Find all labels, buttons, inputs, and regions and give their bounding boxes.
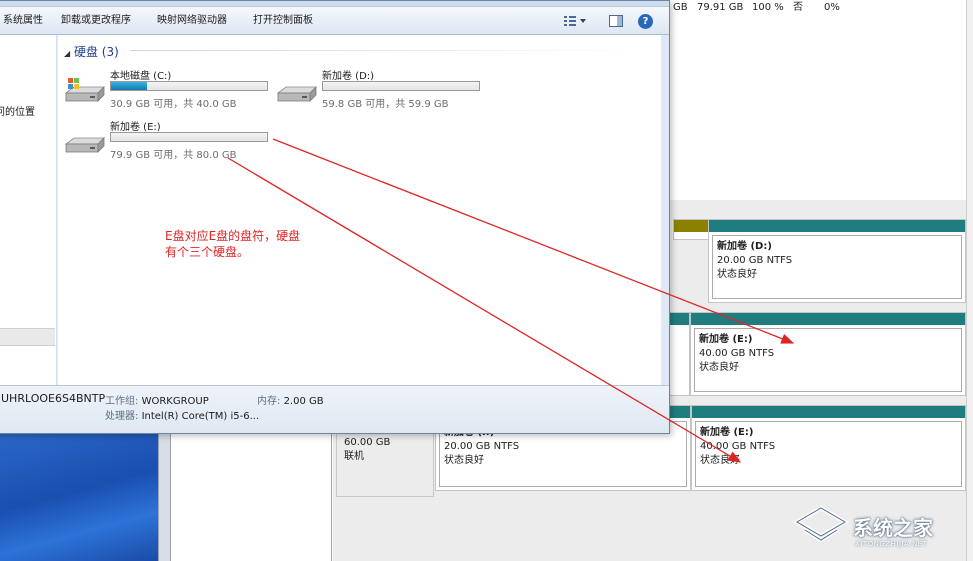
explorer-window: 系统属性 卸载或更改程序 映射网络驱动器 打开控制面板 ? 的位置 ◢ 硬盘 (… bbox=[0, 0, 670, 434]
watermark: 系统之家 XITONGZHIJIA.NET bbox=[793, 500, 969, 556]
memory-info: 内存: 2.00 GB bbox=[257, 392, 324, 407]
group-title: 硬盘 (3) bbox=[73, 45, 119, 59]
dm-volume-e-disk3[interactable]: 新加卷 (E:) 40.00 GB NTFS 状态良好 bbox=[691, 405, 966, 491]
dm-volume-status: 状态良好 bbox=[444, 455, 484, 466]
open-control-panel-button[interactable]: 打开控制面板 bbox=[253, 14, 313, 28]
screenshot-stage: GB 79.91 GB 100 % 否 0% 新加卷 (D:) 20.00 GB… bbox=[0, 0, 973, 561]
preview-pane-icon-svg bbox=[609, 15, 623, 27]
drive-usage-bar bbox=[322, 81, 480, 91]
dm-volume-size: 40.00 GB NTFS bbox=[699, 348, 775, 359]
workgroup-info: 工作组: WORKGROUP bbox=[105, 392, 209, 407]
collapse-arrow-icon[interactable]: ◢ bbox=[64, 49, 70, 58]
dm-cell-percent: 100 % bbox=[752, 2, 784, 13]
dm-volume-body: 新加卷 (E:) 40.00 GB NTFS 状态良好 bbox=[695, 421, 962, 487]
dm-cell-unit: GB bbox=[673, 2, 688, 13]
dm-volume-status: 状态良好 bbox=[700, 455, 740, 466]
dm-cell-free: 79.91 GB bbox=[697, 2, 744, 13]
view-list-icon-svg bbox=[564, 16, 586, 26]
drive-e[interactable]: 新加卷 (E:) 79.9 GB 可用，共 80.0 GB bbox=[64, 118, 268, 164]
hard-drive-icon bbox=[64, 137, 105, 153]
help-button[interactable]: ? bbox=[638, 14, 653, 29]
dm-scrollbar[interactable] bbox=[966, 0, 973, 561]
drive-space-info: 59.8 GB 可用，共 59.9 GB bbox=[322, 99, 449, 110]
dm-volume-bar bbox=[692, 406, 965, 418]
dm-disk3-size: 60.00 GB bbox=[344, 437, 391, 448]
memory-label: 内存: bbox=[257, 396, 281, 407]
navigation-pane: 问的位置 bbox=[0, 35, 57, 385]
dm-volume-body: 新加卷 (E:) 40.00 GB NTFS 状态良好 bbox=[694, 328, 962, 392]
drive-name: 本地磁盘 (C:) bbox=[110, 71, 172, 82]
drive-usage-fill bbox=[111, 82, 147, 90]
drive-c[interactable]: 本地磁盘 (C:) 30.9 GB 可用，共 40.0 GB bbox=[64, 67, 268, 113]
dm-volume-size: 40.00 GB NTFS bbox=[700, 441, 776, 452]
annotation-line-2: 有个三个硬盘。 bbox=[165, 245, 250, 259]
watermark-logo-icon bbox=[793, 505, 849, 543]
dm-cell-fault: 否 bbox=[793, 2, 803, 13]
drive-usage-bar bbox=[110, 81, 268, 91]
drive-usage-bar bbox=[110, 132, 268, 142]
os-drive-icon bbox=[64, 78, 105, 102]
memory-value: 2.00 GB bbox=[283, 396, 324, 407]
drive-space-info: 79.9 GB 可用，共 80.0 GB bbox=[110, 150, 237, 161]
annotation-line-1: E盘对应E盘的盘符，硬盘 bbox=[165, 229, 301, 243]
dm-volume-bar bbox=[691, 313, 965, 325]
preview-pane-icon[interactable] bbox=[607, 12, 625, 30]
dm-cell-overhead: 0% bbox=[824, 2, 840, 13]
explorer-command-bar: 系统属性 卸载或更改程序 映射网络驱动器 打开控制面板 ? bbox=[0, 7, 669, 35]
nav-location-text[interactable]: 问的位置 bbox=[0, 103, 35, 118]
dm-volume-bar bbox=[667, 313, 689, 325]
dm-volume-d[interactable]: 新加卷 (D:) 20.00 GB NTFS 状态良好 bbox=[708, 219, 966, 303]
dm-console-tree bbox=[170, 434, 332, 561]
details-pane: UHRLOOE6S4BNTP 工作组: WORKGROUP 内存: 2.00 G… bbox=[0, 385, 669, 433]
drive-name: 新加卷 (D:) bbox=[322, 71, 375, 82]
hard-drive-icon bbox=[276, 86, 317, 102]
workgroup-value: WORKGROUP bbox=[141, 396, 209, 407]
desktop-background bbox=[0, 434, 170, 561]
dm-volume-status: 状态良好 bbox=[699, 362, 739, 373]
explorer-content-pane: ◢ 硬盘 (3) 本地磁盘 (C:) 30.9 GB 可用，共 40.0 GB … bbox=[58, 35, 661, 385]
cpu-label: 处理器: bbox=[105, 411, 139, 422]
drive-name: 新加卷 (E:) bbox=[110, 122, 161, 133]
system-properties-button[interactable]: 系统属性 bbox=[3, 14, 43, 28]
uninstall-program-button[interactable]: 卸载或更改程序 bbox=[61, 14, 131, 28]
red-annotation-text: E盘对应E盘的盘符，硬盘 有个三个硬盘。 bbox=[165, 228, 335, 260]
dm-volume-name: 新加卷 (E:) bbox=[699, 334, 753, 345]
desktop-side-panel bbox=[158, 434, 170, 561]
cpu-info: 处理器: Intel(R) Core(TM) i5-6... bbox=[105, 407, 259, 422]
hard-disk-group-header[interactable]: ◢ 硬盘 (3) bbox=[64, 43, 119, 60]
map-network-drive-button[interactable]: 映射网络驱动器 bbox=[157, 14, 227, 28]
drive-space-info: 30.9 GB 可用，共 40.0 GB bbox=[110, 99, 237, 110]
dm-volume-body: 新加卷 (D:) 20.00 GB NTFS 状态良好 bbox=[712, 235, 962, 299]
dm-volume-size: 20.00 GB NTFS bbox=[444, 441, 520, 452]
computer-name: UHRLOOE6S4BNTP bbox=[1, 392, 106, 405]
dm-volume-bar bbox=[709, 220, 965, 232]
watermark-subtext: XITONGZHIJIA.NET bbox=[855, 540, 928, 548]
view-list-icon[interactable] bbox=[560, 12, 590, 30]
nav-selected-item[interactable] bbox=[0, 328, 55, 346]
cpu-value: Intel(R) Core(TM) i5-6... bbox=[141, 411, 260, 422]
workgroup-label: 工作组: bbox=[105, 396, 139, 407]
dm-volume-name: 新加卷 (E:) bbox=[700, 427, 754, 438]
dm-volume-size: 20.00 GB NTFS bbox=[717, 255, 793, 266]
dm-volume-e-disk2[interactable]: 新加卷 (E:) 40.00 GB NTFS 状态良好 bbox=[690, 312, 966, 396]
dm-disk3-status: 联机 bbox=[344, 451, 364, 462]
drive-d[interactable]: 新加卷 (D:) 59.8 GB 可用，共 59.9 GB bbox=[276, 67, 480, 113]
group-divider bbox=[130, 50, 655, 51]
dm-volume-name: 新加卷 (D:) bbox=[717, 241, 772, 252]
watermark-text: 系统之家 bbox=[853, 516, 933, 540]
dm-volume-status: 状态良好 bbox=[717, 269, 757, 280]
